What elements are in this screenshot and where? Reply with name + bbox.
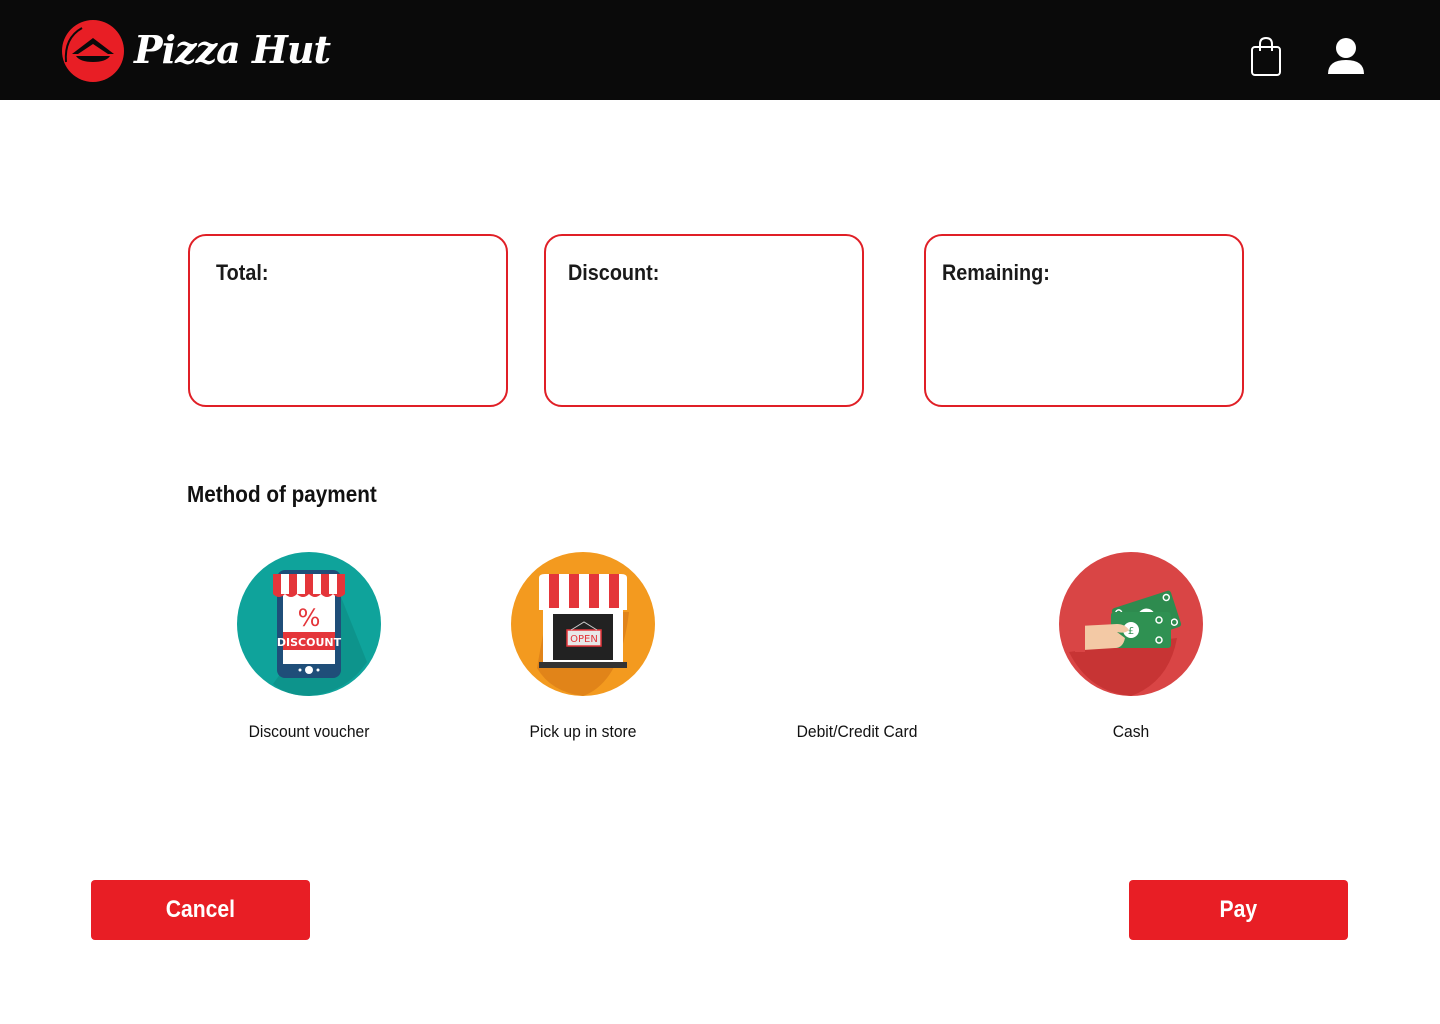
- discount-voucher-icon: % DISCOUNT: [237, 552, 381, 696]
- user-icon[interactable]: [1326, 36, 1366, 76]
- pizza-hut-logo-icon: [62, 20, 124, 82]
- svg-text:%: %: [298, 604, 321, 632]
- top-navigation-bar: Pizza Hut: [0, 0, 1440, 100]
- cash-label: Cash: [1112, 722, 1150, 741]
- debit-credit-card-label: Debit/Credit Card: [796, 722, 918, 741]
- total-card: Total:: [188, 234, 508, 407]
- cancel-button-label: Cancel: [165, 896, 236, 923]
- svg-text:£: £: [1128, 626, 1134, 637]
- svg-text:DISCOUNT: DISCOUNT: [277, 636, 342, 649]
- discount-label: Discount:: [568, 260, 660, 285]
- total-label: Total:: [216, 260, 269, 285]
- payment-section-title: Method of payment: [187, 481, 377, 507]
- pay-button[interactable]: Pay: [1129, 880, 1348, 940]
- discount-card: Discount:: [544, 234, 864, 407]
- svg-text:OPEN: OPEN: [570, 634, 598, 645]
- pick-up-in-store-label: Pick up in store: [529, 722, 637, 741]
- brand-wordmark[interactable]: Pizza Hut: [134, 24, 331, 76]
- cash-hand-icon: £ £: [1059, 552, 1203, 696]
- cancel-button[interactable]: Cancel: [91, 880, 310, 940]
- remaining-label: Remaining:: [942, 260, 1050, 285]
- remaining-card: Remaining:: [924, 234, 1244, 407]
- shopping-bag-icon[interactable]: [1249, 35, 1283, 77]
- store-open-icon: OPEN: [511, 552, 655, 696]
- discount-voucher-label: Discount voucher: [248, 722, 370, 741]
- pay-button-label: Pay: [1219, 896, 1258, 923]
